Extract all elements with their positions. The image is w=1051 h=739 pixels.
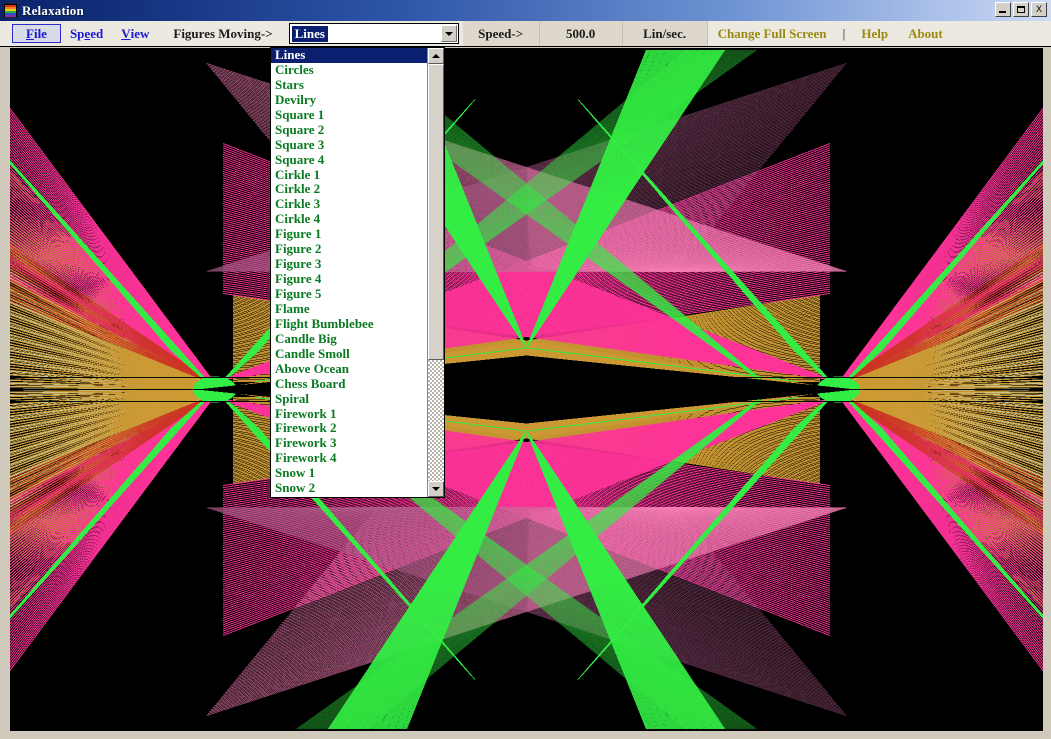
dropdown-item[interactable]: Figure 3	[271, 257, 427, 272]
dropdown-item[interactable]: Cirkle 4	[271, 212, 427, 227]
maximize-icon	[1017, 6, 1025, 13]
window-title: Relaxation	[22, 2, 84, 18]
dropdown-item[interactable]: Snow 1	[271, 466, 427, 481]
dropdown-item[interactable]: Candle Big	[271, 332, 427, 347]
dropdown-item[interactable]: Chess Board	[271, 377, 427, 392]
figure-select-value: Lines	[291, 25, 328, 42]
maximize-button[interactable]	[1013, 2, 1029, 17]
close-button[interactable]: X	[1031, 2, 1047, 17]
dropdown-item[interactable]: Firework 2	[271, 421, 427, 436]
help-button[interactable]: Help	[851, 21, 898, 46]
triangle-down-icon	[432, 487, 440, 491]
dropdown-item[interactable]: Cirkle 2	[271, 182, 427, 197]
triangle-up-icon	[432, 54, 440, 58]
dropdown-item[interactable]: Cirkle 3	[271, 197, 427, 212]
dropdown-item[interactable]: Flame	[271, 302, 427, 317]
dropdown-item[interactable]: Firework 1	[271, 407, 427, 422]
dropdown-item[interactable]: Firework 3	[271, 436, 427, 451]
figure-select-combobox[interactable]: Lines	[288, 23, 459, 44]
menu-speed-label: ed	[90, 25, 104, 41]
dropdown-item[interactable]: Candle Smoll	[271, 347, 427, 362]
minimize-button[interactable]	[995, 2, 1011, 17]
minimize-icon	[999, 11, 1006, 13]
menu-view-label: iew	[130, 25, 150, 41]
menu-file[interactable]: File	[12, 24, 61, 43]
toolbar: File Sp e ed View Figures Moving-> Lines S…	[0, 21, 1051, 47]
about-button[interactable]: About	[898, 21, 953, 46]
title-bar: Relaxation X	[0, 0, 1051, 21]
line-figure-artwork	[10, 49, 1043, 730]
menu-file-label: ile	[33, 25, 47, 41]
app-icon	[3, 3, 18, 18]
dropdown-item[interactable]: Square 4	[271, 153, 427, 168]
change-full-screen-button[interactable]: Change Full Screen	[708, 21, 837, 46]
figures-moving-label: Figures Moving->	[173, 25, 273, 41]
close-icon: X	[1035, 4, 1042, 14]
scroll-down-button[interactable]	[428, 481, 444, 497]
dropdown-item[interactable]: Figure 4	[271, 272, 427, 287]
dropdown-item[interactable]: Cirkle 1	[271, 168, 427, 183]
dropdown-item[interactable]: Devilry	[271, 93, 427, 108]
dropdown-item[interactable]: Square 3	[271, 138, 427, 153]
figure-select-list[interactable]: Lines Circles Stars Devilry Square 1 Square 2…	[271, 48, 427, 497]
dropdown-item[interactable]: Figure 5	[271, 287, 427, 302]
scrollbar-thumb[interactable]	[428, 64, 444, 361]
dropdown-item[interactable]: Figure 2	[271, 242, 427, 257]
window-controls: X	[995, 2, 1047, 17]
speed-value[interactable]: 500.0	[539, 21, 623, 46]
chevron-down-icon[interactable]	[440, 25, 457, 42]
dropdown-item[interactable]: Figure 1	[271, 227, 427, 242]
relaxation-window: Relaxation X File Sp e ed View Figures Mov…	[0, 0, 1051, 739]
scroll-up-button[interactable]	[428, 48, 444, 64]
dropdown-item[interactable]: Stars	[271, 78, 427, 93]
dropdown-item[interactable]: Firework 4	[271, 451, 427, 466]
animation-canvas[interactable]	[10, 48, 1043, 731]
toolbar-separator: |	[842, 25, 846, 41]
menu-speed[interactable]: Sp e ed	[61, 21, 112, 46]
dropdown-item[interactable]: Flight Bumblebee	[271, 317, 427, 332]
speed-units: Lin/sec.	[622, 21, 708, 46]
speed-label: Speed->	[462, 21, 540, 46]
dropdown-item[interactable]: Square 1	[271, 108, 427, 123]
canvas-frame	[0, 47, 1051, 739]
dropdown-item[interactable]: Square 2	[271, 123, 427, 138]
dropdown-item[interactable]: Circles	[271, 63, 427, 78]
dropdown-item[interactable]: Snow 2	[271, 481, 427, 496]
scrollbar-track[interactable]	[428, 64, 444, 481]
menu-view[interactable]: View	[112, 21, 158, 46]
dropdown-item[interactable]: Spiral	[271, 392, 427, 407]
figure-select-dropdown[interactable]: Lines Circles Stars Devilry Square 1 Square 2…	[270, 47, 445, 498]
dropdown-scrollbar[interactable]	[427, 48, 444, 497]
dropdown-item[interactable]: Lines	[271, 48, 427, 63]
dropdown-item[interactable]: Above Ocean	[271, 362, 427, 377]
